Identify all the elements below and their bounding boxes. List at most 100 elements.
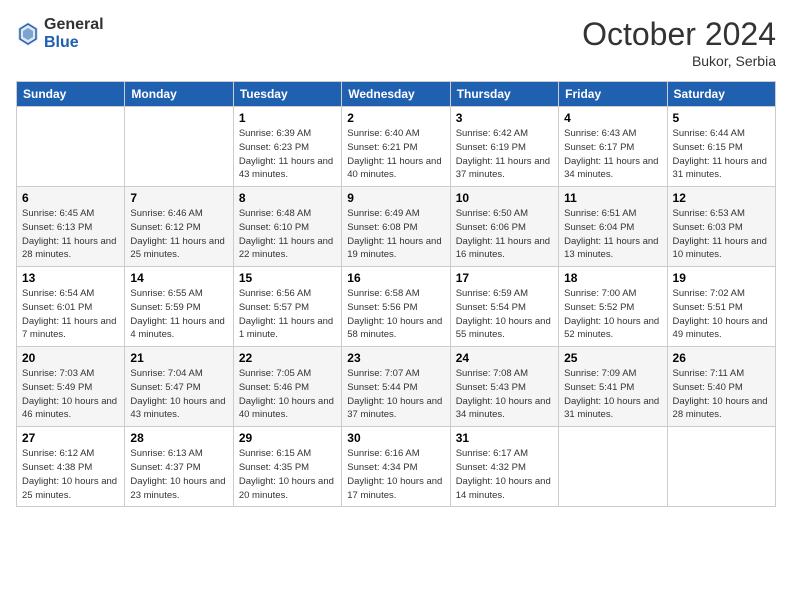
calendar-cell: 22 Sunrise: 7:05 AM Sunset: 5:46 PM Dayli… [233,347,341,427]
calendar-cell: 12 Sunrise: 6:53 AM Sunset: 6:03 PM Dayli… [667,187,775,267]
day-number: 23 [347,351,444,365]
cell-info: Sunrise: 6:50 AM Sunset: 6:06 PM Dayligh… [456,207,553,262]
day-number: 6 [22,191,119,205]
calendar-cell: 27 Sunrise: 6:12 AM Sunset: 4:38 PM Dayli… [17,427,125,507]
cell-info: Sunrise: 6:44 AM Sunset: 6:15 PM Dayligh… [673,127,770,182]
day-number: 9 [347,191,444,205]
calendar-cell: 23 Sunrise: 7:07 AM Sunset: 5:44 PM Dayli… [342,347,450,427]
cell-info: Sunrise: 6:43 AM Sunset: 6:17 PM Dayligh… [564,127,661,182]
calendar-cell: 17 Sunrise: 6:59 AM Sunset: 5:54 PM Dayli… [450,267,558,347]
calendar-cell [125,107,233,187]
day-number: 30 [347,431,444,445]
weekday-header-friday: Friday [559,82,667,107]
calendar-cell: 24Sunrise: 7:08 AM Sunset: 5:43 PM Dayli… [450,347,558,427]
weekday-header-wednesday: Wednesday [342,82,450,107]
calendar-cell [559,427,667,507]
day-number: 8 [239,191,336,205]
day-number: 21 [130,351,227,365]
day-number: 19 [673,271,770,285]
cell-info: Sunrise: 6:53 AM Sunset: 6:03 PM Dayligh… [673,207,770,262]
calendar-week-row: 27 Sunrise: 6:12 AM Sunset: 4:38 PM Dayli… [17,427,776,507]
day-number: 14 [130,271,227,285]
day-number: 25 [564,351,661,365]
month-title: October 2024 [582,16,776,53]
cell-info: Sunrise: 7:09 AM Sunset: 5:41 PM Dayligh… [564,367,661,422]
weekday-header-thursday: Thursday [450,82,558,107]
day-number: 1 [239,111,336,125]
cell-info: Sunrise: 6:54 AM Sunset: 6:01 PM Dayligh… [22,287,119,342]
day-number: 28 [130,431,227,445]
calendar-cell: 26 Sunrise: 7:11 AM Sunset: 5:40 PM Dayli… [667,347,775,427]
cell-info: Sunrise: 6:49 AM Sunset: 6:08 PM Dayligh… [347,207,444,262]
calendar-cell: 3Sunrise: 6:42 AM Sunset: 6:19 PM Daylig… [450,107,558,187]
logo-text: General Blue [44,16,104,51]
calendar-cell: 15 Sunrise: 6:56 AM Sunset: 5:57 PM Dayli… [233,267,341,347]
location-text: Bukor, Serbia [582,53,776,69]
day-number: 12 [673,191,770,205]
cell-info: Sunrise: 6:15 AM Sunset: 4:35 PM Dayligh… [239,447,336,502]
day-number: 15 [239,271,336,285]
cell-info: Sunrise: 6:12 AM Sunset: 4:38 PM Dayligh… [22,447,119,502]
cell-info: Sunrise: 7:11 AM Sunset: 5:40 PM Dayligh… [673,367,770,422]
calendar-cell: 25 Sunrise: 7:09 AM Sunset: 5:41 PM Dayli… [559,347,667,427]
cell-info: Sunrise: 6:56 AM Sunset: 5:57 PM Dayligh… [239,287,336,342]
day-number: 13 [22,271,119,285]
day-number: 10 [456,191,553,205]
calendar-cell: 6 Sunrise: 6:45 AM Sunset: 6:13 PM Daylig… [17,187,125,267]
day-number: 16 [347,271,444,285]
day-number: 31 [456,431,553,445]
calendar-cell: 18 Sunrise: 7:00 AM Sunset: 5:52 PM Dayli… [559,267,667,347]
day-number: 26 [673,351,770,365]
day-number: 29 [239,431,336,445]
calendar-header-row: SundayMondayTuesdayWednesdayThursdayFrid… [17,82,776,107]
day-number: 22 [239,351,336,365]
day-number: 24 [456,351,553,365]
logo-blue-text: Blue [44,34,104,52]
calendar-cell: 1Sunrise: 6:39 AM Sunset: 6:23 PM Daylig… [233,107,341,187]
calendar-cell: 28Sunrise: 6:13 AM Sunset: 4:37 PM Dayli… [125,427,233,507]
logo: General Blue [16,16,104,51]
calendar-cell: 21 Sunrise: 7:04 AM Sunset: 5:47 PM Dayli… [125,347,233,427]
cell-info: Sunrise: 6:59 AM Sunset: 5:54 PM Dayligh… [456,287,553,342]
day-number: 4 [564,111,661,125]
title-area: October 2024 Bukor, Serbia [582,16,776,69]
day-number: 27 [22,431,119,445]
cell-info: Sunrise: 7:05 AM Sunset: 5:46 PM Dayligh… [239,367,336,422]
day-number: 20 [22,351,119,365]
calendar-cell: 10 Sunrise: 6:50 AM Sunset: 6:06 PM Dayli… [450,187,558,267]
day-number: 2 [347,111,444,125]
calendar-cell: 7Sunrise: 6:46 AM Sunset: 6:12 PM Daylig… [125,187,233,267]
cell-info: Sunrise: 7:04 AM Sunset: 5:47 PM Dayligh… [130,367,227,422]
calendar-week-row: 13 Sunrise: 6:54 AM Sunset: 6:01 PM Dayli… [17,267,776,347]
calendar-cell: 8Sunrise: 6:48 AM Sunset: 6:10 PM Daylig… [233,187,341,267]
cell-info: Sunrise: 6:46 AM Sunset: 6:12 PM Dayligh… [130,207,227,262]
calendar-cell [17,107,125,187]
cell-info: Sunrise: 7:07 AM Sunset: 5:44 PM Dayligh… [347,367,444,422]
calendar-cell: 16 Sunrise: 6:58 AM Sunset: 5:56 PM Dayli… [342,267,450,347]
calendar-cell: 2Sunrise: 6:40 AM Sunset: 6:21 PM Daylig… [342,107,450,187]
cell-info: Sunrise: 6:58 AM Sunset: 5:56 PM Dayligh… [347,287,444,342]
day-number: 18 [564,271,661,285]
day-number: 17 [456,271,553,285]
cell-info: Sunrise: 6:45 AM Sunset: 6:13 PM Dayligh… [22,207,119,262]
calendar-cell: 5Sunrise: 6:44 AM Sunset: 6:15 PM Daylig… [667,107,775,187]
cell-info: Sunrise: 6:17 AM Sunset: 4:32 PM Dayligh… [456,447,553,502]
cell-info: Sunrise: 6:42 AM Sunset: 6:19 PM Dayligh… [456,127,553,182]
weekday-header-tuesday: Tuesday [233,82,341,107]
calendar-cell: 9 Sunrise: 6:49 AM Sunset: 6:08 PM Daylig… [342,187,450,267]
cell-info: Sunrise: 7:00 AM Sunset: 5:52 PM Dayligh… [564,287,661,342]
cell-info: Sunrise: 6:16 AM Sunset: 4:34 PM Dayligh… [347,447,444,502]
weekday-header-sunday: Sunday [17,82,125,107]
weekday-header-monday: Monday [125,82,233,107]
cell-info: Sunrise: 7:03 AM Sunset: 5:49 PM Dayligh… [22,367,119,422]
calendar-table: SundayMondayTuesdayWednesdayThursdayFrid… [16,81,776,507]
calendar-cell: 13 Sunrise: 6:54 AM Sunset: 6:01 PM Dayli… [17,267,125,347]
cell-info: Sunrise: 6:55 AM Sunset: 5:59 PM Dayligh… [130,287,227,342]
logo-icon [16,20,40,48]
calendar-cell: 19Sunrise: 7:02 AM Sunset: 5:51 PM Dayli… [667,267,775,347]
cell-info: Sunrise: 6:51 AM Sunset: 6:04 PM Dayligh… [564,207,661,262]
calendar-cell: 14 Sunrise: 6:55 AM Sunset: 5:59 PM Dayli… [125,267,233,347]
calendar-week-row: 20 Sunrise: 7:03 AM Sunset: 5:49 PM Dayli… [17,347,776,427]
calendar-cell: 29 Sunrise: 6:15 AM Sunset: 4:35 PM Dayli… [233,427,341,507]
calendar-cell: 31 Sunrise: 6:17 AM Sunset: 4:32 PM Dayli… [450,427,558,507]
